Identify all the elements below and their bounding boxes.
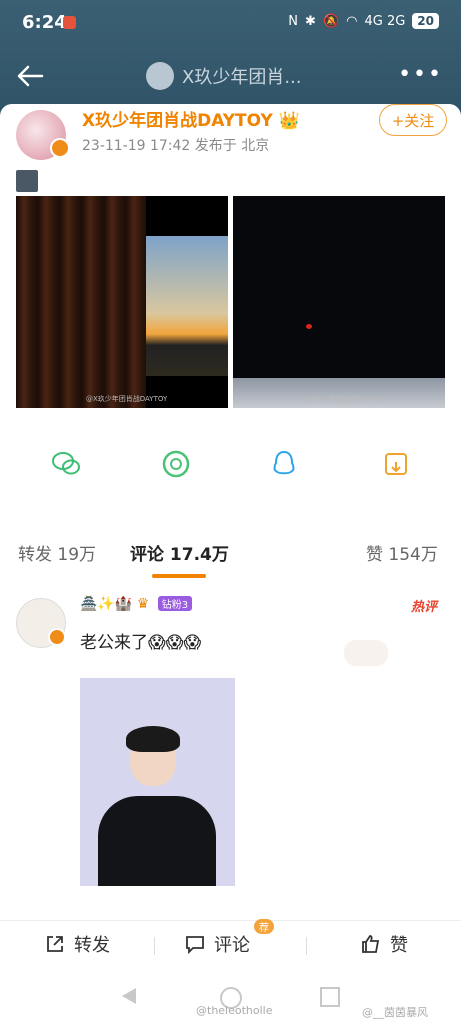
- like-button[interactable]: 赞: [360, 931, 408, 957]
- notification-icon: [63, 16, 76, 29]
- nav-avatar: [146, 62, 174, 90]
- active-tab-indicator: [152, 574, 206, 578]
- qq-icon-svg: [273, 450, 295, 475]
- footer-watermark-right: @__茵茵暴风: [362, 1006, 428, 1019]
- tab-likes[interactable]: 赞 154万: [366, 540, 438, 565]
- fan-badge: 钻粉3: [157, 596, 193, 611]
- person-hair-graphic: [126, 726, 180, 752]
- verified-badge-icon: [48, 628, 66, 646]
- share-row: [0, 442, 461, 492]
- hot-comment-tag: 热评: [410, 600, 437, 615]
- person-body-graphic: [98, 796, 216, 886]
- window-graphic: [146, 236, 228, 376]
- status-icons: N ✱ 🔕 ◠ 4G 2G 20: [288, 13, 439, 29]
- moments-icon[interactable]: [160, 448, 192, 480]
- wifi-icon: ◠: [346, 13, 358, 29]
- save-image-icon-svg: [385, 453, 407, 475]
- photo-watermark: @X玖少年团肖战DAYTOY: [86, 395, 168, 403]
- moments-icon-svg: [162, 450, 190, 478]
- status-bar: 6:24 N ✱ 🔕 ◠ 4G 2G 20: [0, 0, 461, 46]
- footer-watermark-left: @theleotholle: [196, 1004, 273, 1017]
- comment-text: 老公来了😱😱😱: [80, 633, 202, 653]
- tab-comments[interactable]: 评论 17.4万: [130, 540, 229, 565]
- battery-icon: 20: [412, 13, 439, 29]
- nav-title-group[interactable]: X玖少年团肖...: [146, 62, 302, 90]
- verified-badge-icon: [50, 138, 70, 158]
- red-light-graphic: [306, 324, 312, 329]
- system-nav-bar: @theleotholle @__茵茵暴风: [0, 968, 461, 1024]
- bluetooth-icon: ✱: [305, 13, 316, 29]
- comment-image[interactable]: [80, 678, 235, 886]
- repost-icon: [47, 936, 63, 952]
- post-card: X玖少年团肖战DAYTOY 👑 23-11-19 17:42 发布于 北京 +关…: [0, 104, 461, 920]
- commenter-name[interactable]: 🏯✨🏰 ♛ 钻粉3: [80, 596, 193, 612]
- status-time: 6:24: [22, 12, 67, 33]
- nav-title: X玖少年团肖...: [182, 67, 302, 88]
- comment-button[interactable]: 评论: [184, 931, 250, 957]
- follow-button[interactable]: +关注: [379, 104, 447, 136]
- signal-icon: 4G 2G: [364, 13, 406, 29]
- back-button[interactable]: [14, 60, 50, 92]
- commenter-name-sticker-icon: 🏯✨🏰: [80, 596, 133, 612]
- nfc-icon: N: [288, 13, 299, 29]
- recommend-badge: 荐: [254, 919, 274, 934]
- photo-watermark: @X玖少年团肖战DAYTOY: [303, 395, 385, 403]
- mute-icon: 🔕: [322, 13, 340, 29]
- system-back-icon[interactable]: [122, 988, 136, 1004]
- divider: [306, 937, 307, 955]
- post-location: 发布于 北京: [194, 138, 270, 154]
- post-photo-1[interactable]: @X玖少年团肖战DAYTOY: [16, 196, 228, 408]
- save-image-icon[interactable]: [380, 448, 412, 480]
- crown-icon: ♛: [136, 596, 150, 612]
- post-meta: 23-11-19 17:42 发布于 北京: [82, 135, 269, 155]
- divider: [154, 937, 155, 955]
- crown-icon: 👑: [278, 111, 300, 131]
- curtain-graphic: [16, 196, 146, 408]
- stats-tabs: 转发 19万 评论 17.4万 赞 154万: [0, 536, 461, 580]
- system-recents-icon[interactable]: [320, 987, 340, 1007]
- post-timestamp: 23-11-19 17:42: [82, 138, 191, 154]
- post-photo-2[interactable]: @X玖少年团肖战DAYTOY: [233, 196, 445, 408]
- wechat-icon-svg: [52, 452, 80, 475]
- inline-thumbnail[interactable]: [16, 170, 38, 192]
- more-options-icon[interactable]: •••: [398, 62, 443, 87]
- wechat-icon[interactable]: [50, 448, 82, 480]
- qq-icon[interactable]: [268, 448, 300, 480]
- post-username[interactable]: X玖少年团肖战DAYTOY 👑: [82, 106, 300, 131]
- back-arrow-icon: [17, 65, 44, 87]
- tab-repost[interactable]: 转发 19万: [18, 540, 96, 565]
- comment-item: 🏯✨🏰 ♛ 钻粉3 热评 老公来了😱😱😱: [0, 592, 461, 920]
- thumbs-up-icon: [362, 935, 380, 953]
- sticker-decoration: [344, 640, 388, 666]
- repost-button[interactable]: 转发: [44, 931, 110, 957]
- comment-icon: [186, 936, 204, 955]
- nav-bar: X玖少年团肖... •••: [0, 50, 461, 102]
- bottom-action-bar: 转发 评论 荐 赞: [0, 919, 461, 969]
